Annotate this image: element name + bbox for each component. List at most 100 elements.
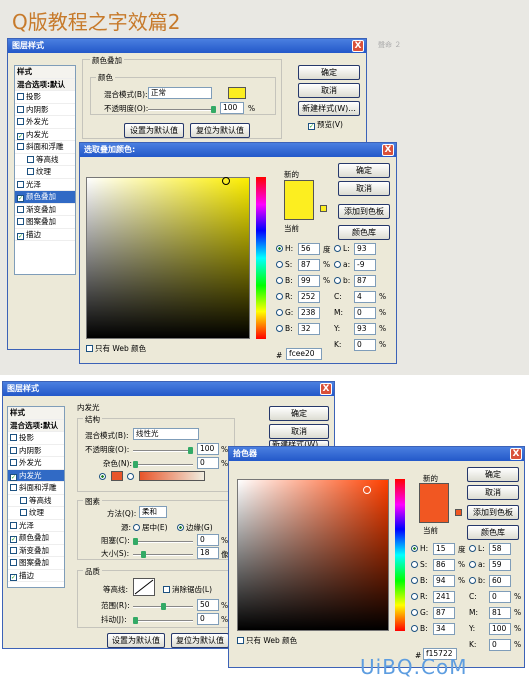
radio-dot[interactable] — [334, 245, 341, 252]
choke-input[interactable]: 0 — [197, 534, 219, 546]
sidebar-checkbox[interactable] — [10, 546, 17, 554]
sidebar-item[interactable]: 投影 — [8, 432, 64, 445]
color-field-cursor[interactable] — [222, 177, 230, 185]
field-input[interactable]: 252 — [298, 291, 320, 303]
field-input-right[interactable]: 100 — [489, 623, 511, 635]
field-input[interactable]: 99 — [298, 275, 320, 287]
edge-radio-dot[interactable] — [177, 524, 184, 531]
method-select[interactable]: 柔和 — [139, 506, 167, 518]
radio-dot[interactable] — [411, 577, 418, 584]
sidebar-item[interactable]: 图案叠加 — [8, 557, 64, 570]
radio-dot[interactable] — [411, 593, 418, 600]
web-only-checkbox-bottom[interactable]: 只有 Web 颜色 — [237, 635, 297, 646]
field-input-right[interactable]: 4 — [354, 291, 376, 303]
sidebar-checkbox[interactable] — [17, 180, 24, 188]
sidebar-checkbox[interactable]: ✓ — [17, 132, 24, 140]
field-input-right[interactable]: 93 — [354, 243, 376, 255]
radio-dot[interactable] — [334, 261, 341, 268]
color-field-radio[interactable]: B: — [276, 324, 293, 333]
radio-dot[interactable] — [276, 277, 283, 284]
sidebar-item[interactable]: 等高线 — [8, 495, 64, 507]
sidebar-item[interactable]: 纹理 — [15, 166, 75, 179]
field-radio-right[interactable]: L: — [469, 544, 485, 553]
hue-slider-bottom[interactable] — [395, 479, 405, 631]
sidebar-item[interactable]: ✓ 描边 — [8, 570, 64, 582]
ok-button-bottom[interactable]: 确定 — [269, 406, 329, 421]
sidebar-checkbox[interactable]: ✓ — [10, 473, 17, 481]
sidebar-item[interactable]: 渐变叠加 — [15, 204, 75, 216]
size-slider[interactable] — [133, 551, 193, 558]
color-field-radio[interactable]: S: — [276, 260, 292, 269]
size-thumb[interactable] — [141, 551, 146, 558]
sidebar-checkbox[interactable] — [17, 218, 24, 225]
gradient-radio[interactable] — [127, 472, 136, 481]
sidebar-item[interactable]: ✓ 描边 — [15, 229, 75, 241]
field-input[interactable]: 241 — [433, 591, 455, 603]
antialias-check[interactable] — [163, 586, 170, 593]
preview-check[interactable]: ✓ — [308, 123, 315, 130]
sidebar-checkbox[interactable] — [10, 459, 17, 466]
overlay-color-swatch[interactable] — [228, 87, 246, 99]
color-field-radio[interactable]: B: — [276, 276, 293, 285]
field-input[interactable]: 238 — [298, 307, 320, 319]
picker2-ok-button[interactable]: 确定 — [467, 467, 519, 482]
noise-slider[interactable] — [133, 461, 193, 468]
color-field-radio[interactable]: G: — [276, 308, 293, 317]
solid-color-radio[interactable] — [99, 472, 108, 481]
color-field-radio[interactable]: S: — [411, 560, 427, 569]
sidebar-checkbox[interactable] — [10, 434, 17, 441]
field-radio-right[interactable]: C: — [469, 592, 477, 601]
opacity-slider[interactable] — [148, 106, 216, 113]
add-to-swatches-button-bottom[interactable]: 添加到色板 — [467, 505, 519, 520]
color-libraries-button-bottom[interactable]: 颜色库 — [467, 525, 519, 540]
radio-dot[interactable] — [334, 277, 341, 284]
sidebar-item[interactable]: 样式 — [8, 407, 64, 420]
field-input[interactable]: 87 — [433, 607, 455, 619]
color-field-radio[interactable]: B: — [411, 576, 428, 585]
choke-slider[interactable] — [133, 538, 193, 545]
sidebar-item[interactable]: 纹理 — [8, 507, 64, 520]
radio-dot[interactable] — [469, 577, 476, 584]
field-input-right[interactable]: 60 — [489, 575, 511, 587]
sidebar-checkbox[interactable] — [20, 509, 27, 516]
restore-default-button-bottom[interactable]: 复位为默认值 — [171, 633, 229, 648]
center-radio[interactable]: 居中(E) — [133, 522, 168, 533]
picker2-cancel-button[interactable]: 取消 — [467, 485, 519, 500]
color-field-cursor-bottom[interactable] — [363, 486, 371, 494]
color-field-radio[interactable]: H: — [411, 544, 428, 553]
field-input-right[interactable]: 0 — [489, 591, 511, 603]
opacity-input-bottom[interactable]: 100 — [197, 443, 219, 455]
field-input-right[interactable]: -9 — [354, 259, 376, 271]
current-color-swatch-bottom[interactable] — [419, 503, 449, 523]
sidebar-item[interactable]: ✓ 内发光 — [8, 469, 64, 482]
sidebar-item[interactable]: 内阴影 — [15, 104, 75, 116]
color-field-radio[interactable]: R: — [411, 592, 428, 601]
reset-default-button[interactable]: 设置为默认值 — [124, 123, 184, 138]
sidebar-item[interactable]: 外发光 — [8, 457, 64, 470]
blend-mode-select-bottom[interactable]: 线性光 — [133, 428, 199, 440]
field-radio-right[interactable]: M: — [469, 608, 478, 617]
field-input[interactable]: 15 — [433, 543, 455, 555]
sidebar-checkbox[interactable] — [10, 559, 17, 566]
opacity-slider-bottom[interactable] — [133, 447, 193, 454]
jitter-input[interactable]: 0 — [197, 613, 219, 625]
web-safe-cube-icon-bottom[interactable] — [455, 509, 462, 516]
choke-thumb[interactable] — [133, 538, 138, 545]
field-radio-right[interactable]: L: — [334, 244, 350, 253]
picker-close-button[interactable]: X — [382, 144, 394, 156]
sidebar-item[interactable]: ✓ 内发光 — [15, 129, 75, 141]
web-safe-cube-icon[interactable] — [320, 205, 327, 212]
web-only-checkbox[interactable]: 只有 Web 颜色 — [86, 343, 146, 354]
sidebar-item[interactable]: 样式 — [15, 66, 75, 79]
antialias-checkbox[interactable]: 消除锯齿(L) — [163, 584, 212, 595]
radio-dot[interactable] — [411, 545, 418, 552]
radio-dot[interactable] — [411, 561, 418, 568]
sidebar-checkbox[interactable] — [27, 168, 34, 175]
radio-dot[interactable] — [276, 245, 283, 252]
range-slider[interactable] — [133, 603, 193, 610]
sidebar-item[interactable]: 图案叠加 — [15, 216, 75, 229]
sidebar-item[interactable]: 斜面和浮雕 — [8, 482, 64, 495]
size-input[interactable]: 18 — [197, 547, 219, 559]
sidebar-item[interactable]: ✓ 颜色叠加 — [15, 191, 75, 204]
sidebar-checkbox[interactable]: ✓ — [10, 573, 17, 581]
